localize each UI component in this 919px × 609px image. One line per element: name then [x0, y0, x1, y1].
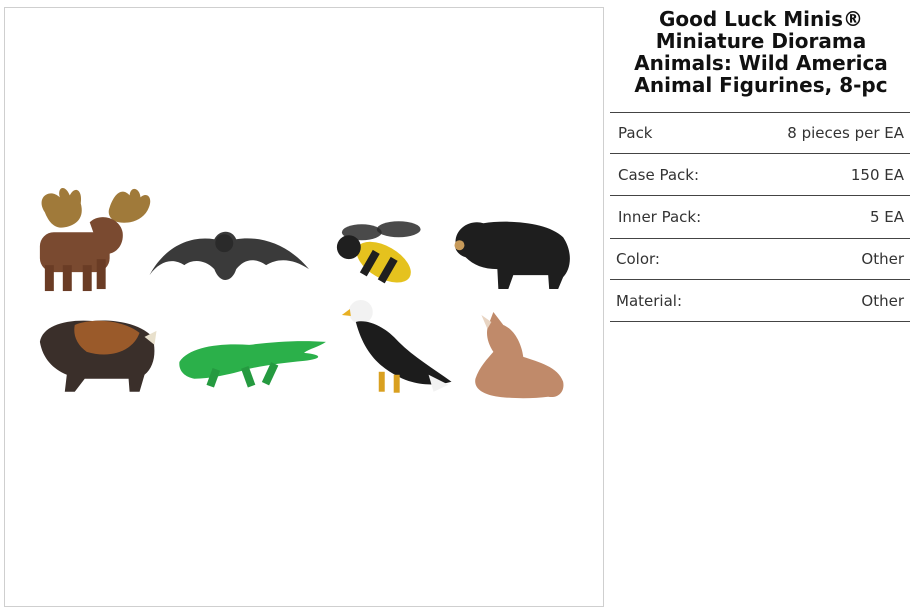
product-title: Good Luck Minis® Miniature Diorama Anima… [634, 7, 888, 97]
black-bear-icon [454, 221, 570, 290]
spec-value: 5 EA [869, 208, 904, 226]
wolf-pup-icon [475, 311, 564, 399]
spec-row-pack: Pack 8 pieces per EA [610, 113, 910, 154]
alligator-icon [179, 341, 326, 388]
spec-value: 150 EA [850, 165, 904, 184]
bison-icon [39, 320, 157, 392]
bat-icon [149, 231, 309, 280]
spec-label: Pack [618, 124, 653, 142]
spec-label: Case Pack: [618, 165, 700, 184]
product-image[interactable] [4, 7, 604, 607]
spec-row-inner-pack: Inner Pack: 5 EA [610, 196, 910, 239]
spec-row-case-pack: Case Pack: 150 EA [610, 154, 910, 196]
spec-label: Color: [616, 250, 660, 268]
spec-table: Pack 8 pieces per EA Case Pack: 150 EA I… [610, 112, 910, 322]
spec-value: 8 pieces per EA [787, 124, 904, 142]
spec-row-material: Material: Other [610, 280, 910, 322]
spec-value: Other [861, 250, 904, 268]
moose-icon [39, 187, 151, 292]
spec-label: Inner Pack: [618, 208, 702, 226]
spec-label: Material: [616, 291, 682, 310]
bald-eagle-icon [341, 300, 452, 393]
bee-icon [336, 221, 421, 284]
spec-value: Other [861, 291, 904, 310]
spec-row-color: Color: Other [610, 239, 910, 280]
